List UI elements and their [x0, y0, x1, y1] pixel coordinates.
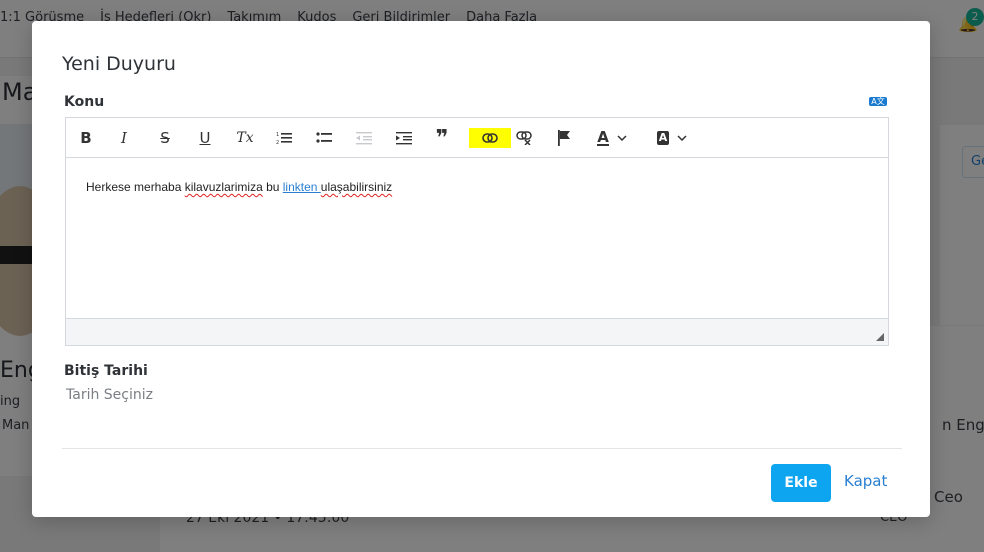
link-icon — [482, 133, 498, 143]
modal-footer-divider — [62, 448, 902, 449]
resize-handle[interactable] — [876, 333, 884, 341]
strikethrough-button[interactable]: S — [156, 128, 174, 148]
misspelled-word: kilavuzlarimiza — [184, 180, 263, 194]
modal-title: Yeni Duyuru — [62, 53, 176, 75]
add-button[interactable]: Ekle — [771, 464, 831, 502]
flag-icon — [558, 130, 570, 146]
text-color-icon: A — [597, 128, 609, 146]
italic-button[interactable]: I — [116, 128, 132, 148]
editor-statusbar — [66, 318, 888, 345]
content-text: Herkese merhaba — [86, 180, 185, 194]
svg-text:2: 2 — [276, 140, 279, 145]
close-button[interactable]: Kapat — [844, 472, 887, 490]
content-link[interactable]: linkten — [283, 180, 321, 194]
indent-button[interactable] — [394, 128, 414, 148]
chevron-down-icon — [677, 135, 687, 141]
bulleted-list-icon — [316, 132, 332, 143]
underline-button[interactable]: U — [196, 128, 214, 148]
numbered-list-icon: 12 — [276, 132, 292, 145]
content-text: bu — [262, 180, 283, 194]
background-color-button[interactable]: A — [652, 128, 692, 148]
translate-icon[interactable]: A文 — [869, 97, 887, 106]
unlink-button[interactable] — [514, 128, 534, 148]
background-color-icon: A — [656, 131, 670, 145]
outdent-icon — [356, 132, 372, 145]
editor-toolbar: B I S U Tx 12 ❞ A A — [66, 118, 888, 158]
numbered-list-button[interactable]: 12 — [274, 128, 294, 148]
anchor-button[interactable] — [554, 128, 574, 148]
misspelled-word: ulaşabilirsiniz — [320, 180, 393, 194]
chevron-down-icon — [617, 135, 627, 141]
svg-text:1: 1 — [276, 132, 279, 138]
end-date-input[interactable]: Tarih Seçiniz — [66, 387, 153, 403]
bulleted-list-button[interactable] — [314, 128, 334, 148]
bold-button[interactable]: B — [78, 128, 94, 148]
rich-text-editor: B I S U Tx 12 ❞ A A Herkese merhaba kila… — [65, 117, 889, 346]
announcement-modal: Yeni Duyuru Konu A文 B I S U Tx 12 ❞ A A … — [32, 21, 930, 517]
subject-label: Konu — [64, 94, 105, 110]
editor-content[interactable]: Herkese merhaba kilavuzlarimiza bu linkt… — [86, 180, 392, 194]
unlink-icon — [516, 131, 532, 145]
outdent-button[interactable] — [354, 128, 374, 148]
blockquote-button[interactable]: ❞ — [432, 126, 452, 151]
link-button[interactable] — [469, 128, 511, 148]
end-date-label: Bitiş Tarihi — [64, 363, 148, 379]
remove-format-button[interactable]: Tx — [234, 128, 256, 148]
indent-icon — [396, 132, 412, 145]
text-color-button[interactable]: A — [592, 128, 632, 148]
